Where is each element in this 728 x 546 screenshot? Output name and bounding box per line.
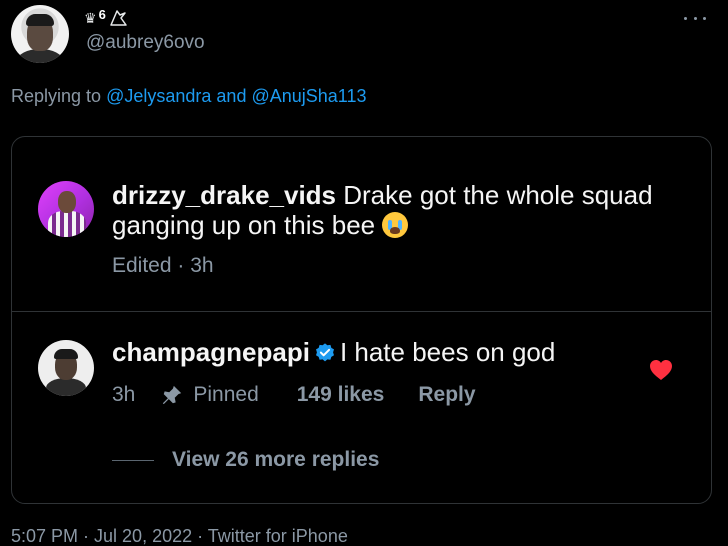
avatar-shirt (46, 378, 86, 396)
comment1-username: drizzy_drake_vids (112, 180, 337, 210)
comment1-text: drizzy_drake_vids Drake got the whole sq… (112, 180, 702, 240)
media-card[interactable]: drizzy_drake_vids Drake got the whole sq… (11, 136, 712, 504)
comment2-username: champagnepapi (112, 337, 310, 367)
reply-target-link-1[interactable]: @Jelysandra (106, 86, 211, 106)
display-name-text: 6 (98, 6, 106, 22)
likes-count[interactable]: 149 likes (297, 383, 385, 407)
replying-to: Replying to @Jelysandra and @AnujSha113 (11, 86, 367, 107)
avatar-hair (26, 14, 54, 26)
comment2-time: 3h (112, 383, 136, 406)
verified-badge-icon (315, 343, 334, 362)
crown-icon: ♛ (84, 9, 97, 26)
tweet-timestamp[interactable]: 5:07 PM · Jul 20, 2022 · Twitter for iPh… (11, 526, 348, 546)
owl-icon (110, 10, 127, 26)
comment2-avatar (38, 340, 94, 396)
avatar-shirt (17, 49, 63, 63)
comment1-avatar (38, 181, 94, 237)
view-more-label: View 26 more replies (172, 448, 380, 471)
comment2-meta: 3h Pinned 149 likes Reply (112, 383, 476, 407)
more-options-icon[interactable] (684, 14, 706, 22)
view-more-bar (112, 459, 154, 461)
author-handle[interactable]: @aubrey6ovo (86, 32, 205, 54)
reply-button[interactable]: Reply (418, 383, 475, 407)
reply-and: and (216, 86, 247, 106)
pinned-label: Pinned (193, 383, 259, 406)
comment1-meta: Edited · 3h (112, 254, 214, 277)
avatar-body (48, 211, 86, 237)
heart-icon[interactable] (649, 359, 673, 381)
author-avatar[interactable] (11, 5, 69, 63)
divider (12, 311, 711, 312)
pin-icon (163, 385, 182, 405)
comment2-text: champagnepapi I hate bees on god (112, 337, 555, 367)
crying-face-icon (382, 212, 409, 238)
replying-prefix: Replying to (11, 86, 102, 106)
comment2-body: I hate bees on god (339, 337, 556, 367)
display-name[interactable]: ♛ 6 (84, 6, 128, 28)
avatar-hair (54, 349, 78, 359)
view-more-replies[interactable]: View 26 more replies (112, 448, 379, 472)
avatar-head (58, 191, 76, 213)
reply-target-link-2[interactable]: @AnujSha113 (251, 86, 366, 106)
